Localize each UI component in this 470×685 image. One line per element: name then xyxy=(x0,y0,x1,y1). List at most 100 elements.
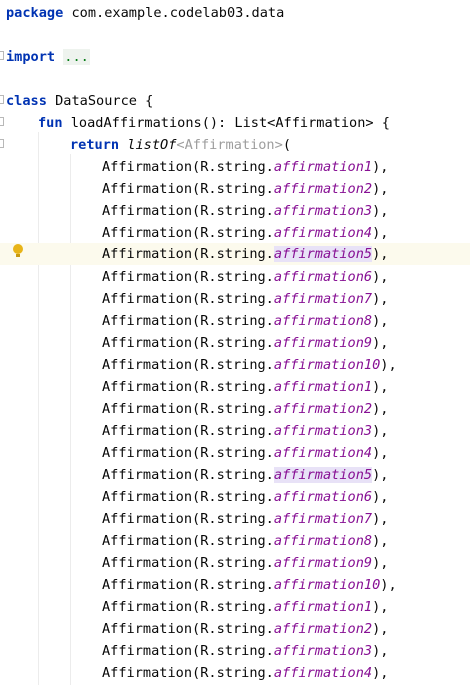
item-prefix: Affirmation(R.string. xyxy=(102,511,274,527)
code-line-item[interactable]: Affirmation(R.string.affirmation2), xyxy=(0,178,470,200)
item-prefix: Affirmation(R.string. xyxy=(102,225,274,241)
fun-keyword: fun xyxy=(38,115,63,131)
item-suffix: ), xyxy=(372,511,389,527)
string-resource: affirmation1 xyxy=(273,159,373,175)
code-line-item[interactable]: Affirmation(R.string.affirmation4), xyxy=(0,222,470,244)
code-line-item[interactable]: Affirmation(R.string.affirmation1), xyxy=(0,376,470,398)
item-suffix: ), xyxy=(372,181,389,197)
return-keyword: return xyxy=(70,137,120,153)
item-suffix: ), xyxy=(372,291,389,307)
code-line-item[interactable]: Affirmation(R.string.affirmation3), xyxy=(0,420,470,442)
code-line-item[interactable]: Affirmation(R.string.affirmation3), xyxy=(0,640,470,662)
code-line-item[interactable]: Affirmation(R.string.affirmation6), xyxy=(0,266,470,288)
code-line-item[interactable]: Affirmation(R.string.affirmation6), xyxy=(0,486,470,508)
type-hint: <Affirmation> xyxy=(176,137,283,153)
code-line-item[interactable]: Affirmation(R.string.affirmation10), xyxy=(0,574,470,596)
string-resource: affirmation7 xyxy=(273,511,373,527)
string-resource: affirmation9 xyxy=(273,335,373,351)
code-line-item[interactable]: Affirmation(R.string.affirmation7), xyxy=(0,508,470,530)
code-line-item[interactable]: Affirmation(R.string.affirmation5), xyxy=(0,464,470,486)
open-paren: ( xyxy=(282,137,291,153)
string-resource: affirmation7 xyxy=(273,291,373,307)
package-keyword: package xyxy=(6,5,64,21)
code-line-item[interactable]: Affirmation(R.string.affirmation9), xyxy=(0,332,470,354)
code-line-item[interactable]: Affirmation(R.string.affirmation2), xyxy=(0,618,470,640)
item-suffix: ), xyxy=(372,159,389,175)
item-prefix: Affirmation(R.string. xyxy=(102,246,274,262)
code-line-return[interactable]: return listOf<Affirmation>( xyxy=(0,134,470,156)
string-resource: affirmation2 xyxy=(273,181,373,197)
item-prefix: Affirmation(R.string. xyxy=(102,577,274,593)
item-prefix: Affirmation(R.string. xyxy=(102,291,274,307)
item-suffix: ), xyxy=(372,467,389,483)
code-line-item[interactable]: Affirmation(R.string.affirmation3), xyxy=(0,200,470,222)
item-suffix: ), xyxy=(372,533,389,549)
item-suffix: ), xyxy=(372,489,389,505)
listof-call: listOf xyxy=(127,137,177,153)
code-line-item[interactable]: Affirmation(R.string.affirmation8), xyxy=(0,530,470,552)
item-prefix: Affirmation(R.string. xyxy=(102,203,274,219)
item-prefix: Affirmation(R.string. xyxy=(102,467,274,483)
item-suffix: ), xyxy=(372,555,389,571)
item-suffix: ), xyxy=(372,599,389,615)
item-suffix: ), xyxy=(372,379,389,395)
item-prefix: Affirmation(R.string. xyxy=(102,269,274,285)
code-line-item-current[interactable]: Affirmation(R.string.affirmation5), xyxy=(0,243,470,265)
item-suffix: ), xyxy=(372,313,389,329)
item-suffix: ), xyxy=(372,225,389,241)
string-resource: affirmation9 xyxy=(273,555,373,571)
string-resource: affirmation10 xyxy=(273,357,381,373)
code-line-item[interactable]: Affirmation(R.string.affirmation7), xyxy=(0,288,470,310)
code-line-package[interactable]: package com.example.codelab03.data xyxy=(0,2,470,24)
string-resource: affirmation5 xyxy=(273,467,373,483)
code-line-item[interactable]: Affirmation(R.string.affirmation4), xyxy=(0,662,470,684)
item-prefix: Affirmation(R.string. xyxy=(102,181,274,197)
item-prefix: Affirmation(R.string. xyxy=(102,489,274,505)
item-suffix: ), xyxy=(372,401,389,417)
item-suffix: ), xyxy=(372,445,389,461)
item-prefix: Affirmation(R.string. xyxy=(102,335,274,351)
code-editor[interactable]: package com.example.codelab03.data impor… xyxy=(0,0,470,685)
string-resource: affirmation5 xyxy=(273,246,373,262)
item-prefix: Affirmation(R.string. xyxy=(102,357,274,373)
item-suffix: ), xyxy=(372,643,389,659)
string-resource: affirmation10 xyxy=(273,577,381,593)
item-prefix: Affirmation(R.string. xyxy=(102,313,274,329)
code-line-item[interactable]: Affirmation(R.string.affirmation1), xyxy=(0,156,470,178)
collapsed-imports[interactable]: ... xyxy=(63,49,90,65)
item-prefix: Affirmation(R.string. xyxy=(102,401,274,417)
string-resource: affirmation2 xyxy=(273,621,373,637)
item-suffix: ), xyxy=(372,203,389,219)
string-resource: affirmation3 xyxy=(273,423,373,439)
item-suffix: ), xyxy=(380,577,397,593)
item-suffix: ), xyxy=(372,246,389,262)
item-prefix: Affirmation(R.string. xyxy=(102,379,274,395)
item-suffix: ), xyxy=(372,665,389,681)
string-resource: affirmation4 xyxy=(273,225,373,241)
class-name: DataSource { xyxy=(46,93,154,109)
lightbulb-icon[interactable] xyxy=(13,244,23,260)
item-suffix: ), xyxy=(372,335,389,351)
code-line-import[interactable]: import ... xyxy=(0,46,470,68)
string-resource: affirmation3 xyxy=(273,643,373,659)
code-line-item[interactable]: Affirmation(R.string.affirmation1), xyxy=(0,596,470,618)
code-line-item[interactable]: Affirmation(R.string.affirmation8), xyxy=(0,310,470,332)
item-prefix: Affirmation(R.string. xyxy=(102,665,274,681)
string-resource: affirmation6 xyxy=(273,269,373,285)
item-suffix: ), xyxy=(372,621,389,637)
string-resource: affirmation8 xyxy=(273,313,373,329)
code-line-item[interactable]: Affirmation(R.string.affirmation2), xyxy=(0,398,470,420)
item-prefix: Affirmation(R.string. xyxy=(102,423,274,439)
item-prefix: Affirmation(R.string. xyxy=(102,159,274,175)
string-resource: affirmation3 xyxy=(273,203,373,219)
code-line-item[interactable]: Affirmation(R.string.affirmation10), xyxy=(0,354,470,376)
item-suffix: ), xyxy=(372,269,389,285)
code-line-fun[interactable]: fun loadAffirmations(): List<Affirmation… xyxy=(0,112,470,134)
string-resource: affirmation2 xyxy=(273,401,373,417)
code-line-item[interactable]: Affirmation(R.string.affirmation9), xyxy=(0,552,470,574)
string-resource: affirmation6 xyxy=(273,489,373,505)
code-line-class[interactable]: class DataSource { xyxy=(0,90,470,112)
item-prefix: Affirmation(R.string. xyxy=(102,445,274,461)
code-line-item[interactable]: Affirmation(R.string.affirmation4), xyxy=(0,442,470,464)
package-name: com.example.codelab03.data xyxy=(63,5,285,21)
